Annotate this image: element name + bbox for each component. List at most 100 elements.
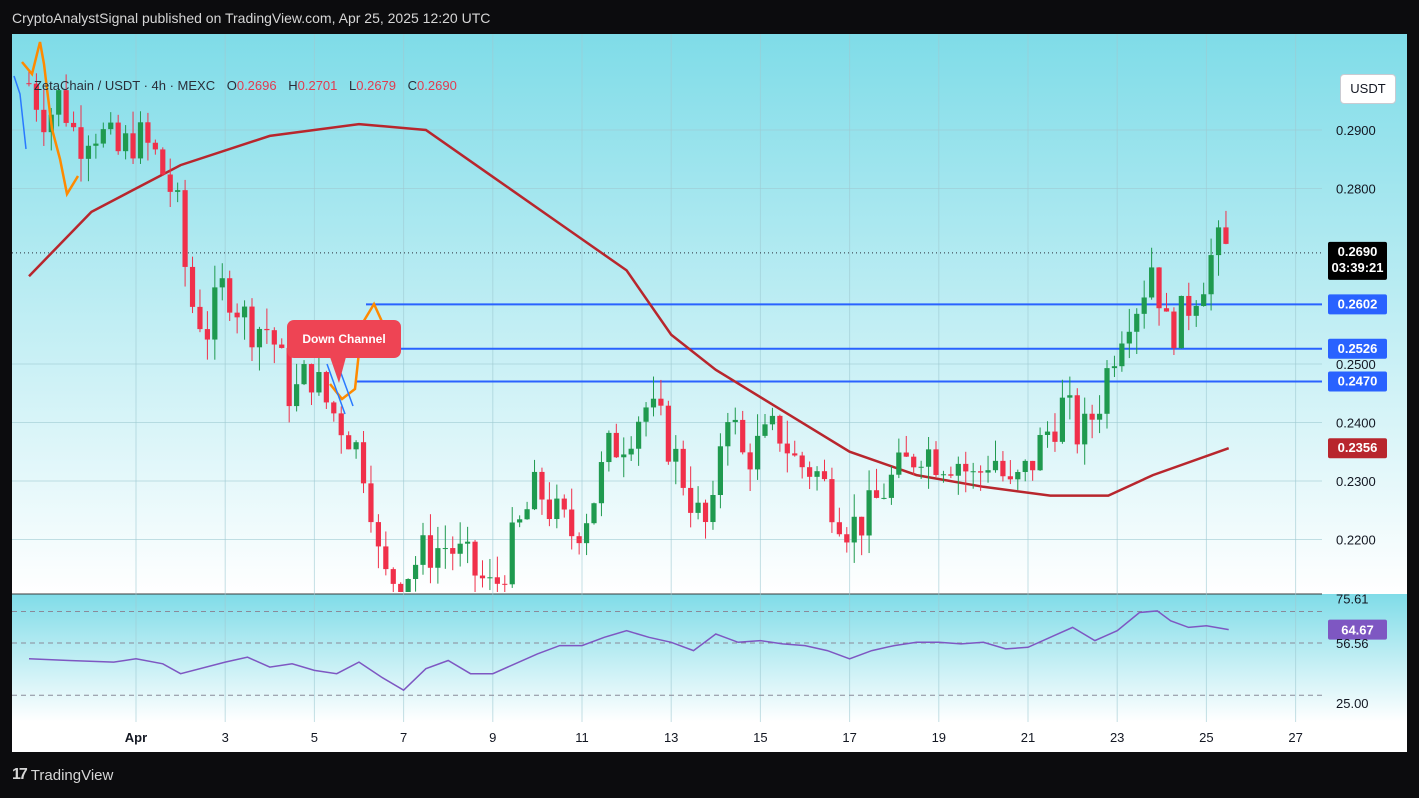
chart-canvas[interactable]: Apr 3 5 7 9 11 13 15 17 19 21 23 25 27 0.2900 0.2800 0.…	[12, 34, 1407, 752]
candle-body	[1052, 431, 1058, 442]
candle-body	[1044, 431, 1051, 435]
x-tick-label: 11	[575, 730, 589, 745]
publisher-header: CryptoAnalystSignal published on Trading…	[12, 10, 491, 26]
low-value: 0.2679	[356, 78, 397, 93]
rsi-level-label: 75.61	[1336, 592, 1369, 607]
candle-body	[650, 398, 657, 408]
y-tick-label: 0.2900	[1336, 123, 1376, 138]
down-channel-annotation: Down Channel	[287, 320, 401, 358]
x-tick-label: 27	[1288, 730, 1302, 745]
candle-body	[1119, 343, 1125, 367]
candle-body	[487, 577, 493, 579]
candle-body	[234, 312, 240, 318]
candle-body	[204, 329, 210, 340]
candle-body	[1015, 472, 1021, 480]
candle-body	[1208, 255, 1214, 295]
candle-body	[539, 471, 545, 500]
candle-body	[554, 498, 560, 520]
candle-body	[1186, 295, 1192, 316]
candle-body	[1193, 306, 1199, 316]
candle-body	[583, 523, 590, 544]
candle-body	[859, 516, 865, 536]
tradingview-logo[interactable]: 17 TradingView	[12, 766, 113, 784]
candle-body	[940, 474, 947, 476]
candle-body	[360, 442, 367, 484]
candle-body	[301, 364, 307, 385]
candle-body	[1149, 267, 1155, 298]
candle-body	[167, 174, 173, 192]
candle-body	[108, 122, 114, 130]
candle-body	[673, 448, 679, 462]
candle-body	[658, 398, 664, 406]
candle-body	[509, 522, 515, 585]
candle-body	[725, 422, 731, 447]
candle-body	[338, 413, 344, 436]
high-value: 0.2701	[297, 78, 338, 93]
x-tick-label: 17	[842, 730, 856, 745]
candle-body	[145, 122, 151, 143]
candle-body	[78, 127, 84, 159]
candle-body	[1178, 295, 1184, 349]
candle-body	[1000, 460, 1006, 477]
candle-body	[1022, 460, 1028, 473]
candle-body	[754, 435, 761, 470]
candle-body	[702, 502, 709, 523]
candle-body	[814, 471, 820, 477]
x-tick-label: 3	[222, 730, 229, 745]
candle-body	[636, 421, 642, 449]
candle-body	[569, 509, 575, 537]
x-tick-label: 9	[489, 730, 496, 745]
candle-body	[784, 443, 790, 454]
candle-body	[517, 519, 523, 523]
candle-body	[346, 435, 352, 450]
candle-body	[175, 190, 181, 192]
candle-body	[1089, 413, 1095, 420]
candle-body	[762, 424, 768, 436]
candle-body	[829, 479, 835, 523]
candle-body	[26, 83, 32, 85]
candle-body	[628, 448, 634, 455]
candle-body	[123, 133, 129, 152]
candle-body	[271, 330, 277, 345]
candle-body	[740, 419, 746, 453]
currency-button[interactable]: USDT	[1340, 74, 1396, 104]
open-label: O	[226, 78, 237, 93]
candle-body	[747, 452, 753, 470]
candle-body	[717, 446, 723, 496]
level-label: 0.2470	[1338, 374, 1378, 389]
candle-body	[836, 522, 842, 535]
candle-body	[1223, 227, 1229, 244]
candle-body	[472, 541, 478, 576]
y-tick-label: 0.2300	[1336, 474, 1376, 489]
candle-body	[70, 122, 77, 128]
candle-body	[294, 384, 300, 407]
candle-body	[911, 456, 917, 468]
candle-body	[531, 471, 538, 510]
candle-body	[1007, 476, 1013, 480]
x-tick-label: 25	[1199, 730, 1213, 745]
x-axis: Apr 3 5 7 9 11 13 15 17 19 21 23 25 27	[125, 730, 1303, 745]
candle-body	[561, 498, 567, 510]
candle-body	[807, 467, 813, 477]
candle-body	[821, 471, 828, 480]
candle-body	[316, 372, 322, 393]
moving-average-label: 0.2356	[1338, 440, 1378, 455]
tradingview-brand: TradingView	[30, 766, 114, 784]
candle-body	[695, 502, 701, 513]
candle-body	[189, 266, 196, 307]
candle-body	[888, 474, 894, 498]
candle-body	[1156, 267, 1162, 309]
candle-body	[383, 546, 389, 570]
annotation-pointer	[330, 357, 346, 383]
candle-body	[435, 548, 441, 568]
candle-body	[881, 497, 887, 499]
tradingview-icon: 17	[12, 766, 28, 783]
chart-frame[interactable]: Apr 3 5 7 9 11 13 15 17 19 21 23 25 27 0.2900 0.2800 0.…	[12, 34, 1407, 752]
candle-body	[465, 541, 471, 544]
candle-body	[1059, 397, 1065, 442]
candle-body	[1141, 297, 1147, 314]
candle-body	[978, 471, 984, 473]
candle-body	[955, 463, 961, 476]
candle-body	[992, 460, 999, 471]
candle-body	[918, 466, 924, 468]
